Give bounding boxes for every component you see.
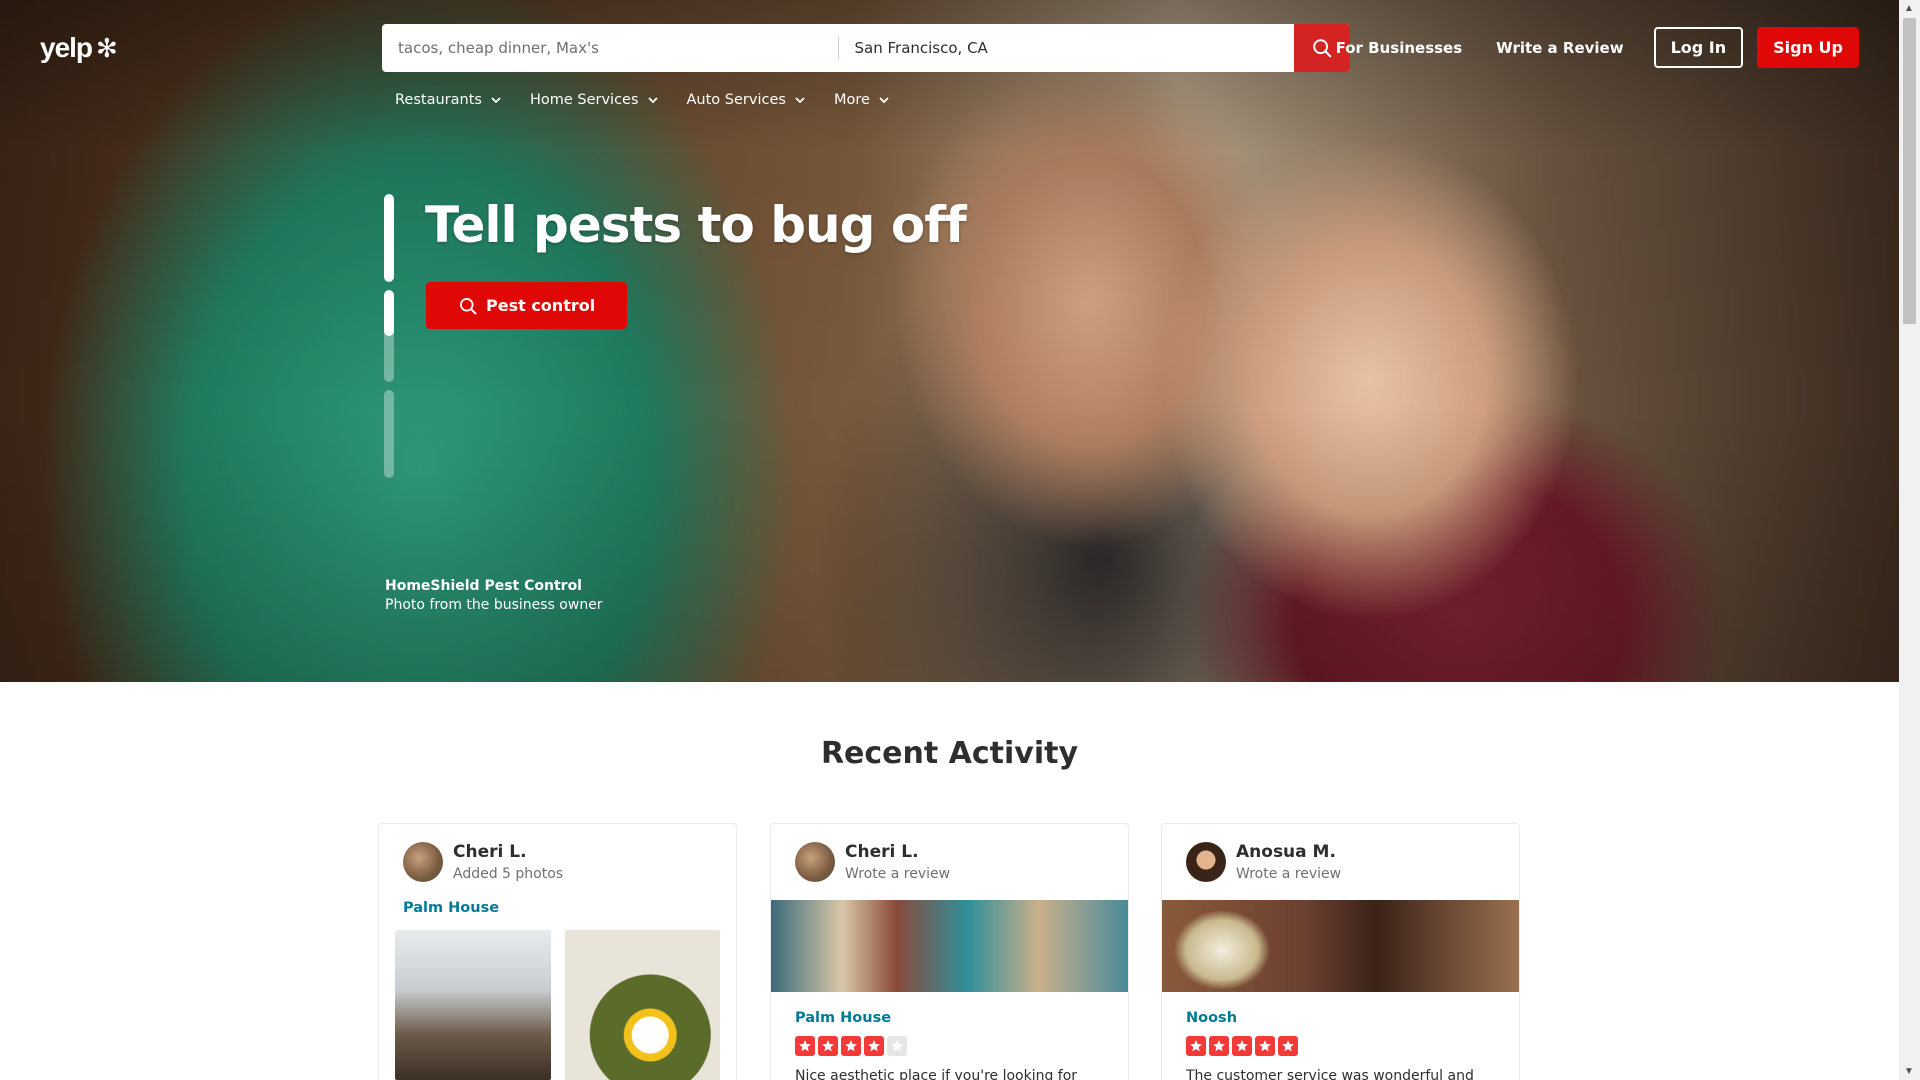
star-icon bbox=[1255, 1036, 1275, 1056]
user-action: Added 5 photos bbox=[453, 866, 564, 882]
avatar[interactable] bbox=[1186, 842, 1226, 882]
review-snippet: The customer service was wonderful and t… bbox=[1186, 1068, 1474, 1080]
section-title: Recent Activity bbox=[820, 736, 1079, 771]
nav-label: Auto Services bbox=[686, 92, 786, 108]
chevron-down-icon bbox=[879, 97, 889, 104]
chevron-down-icon bbox=[491, 97, 501, 104]
activity-card[interactable]: Cheri L. Added 5 photos Palm House bbox=[378, 823, 737, 1080]
business-link[interactable]: Palm House bbox=[795, 1010, 1104, 1026]
for-businesses-link[interactable]: For Businesses bbox=[1324, 31, 1475, 65]
star-icon bbox=[841, 1036, 861, 1056]
sign-up-button[interactable]: Sign Up bbox=[1757, 27, 1859, 68]
nav-restaurants[interactable]: Restaurants bbox=[383, 86, 514, 114]
star-icon bbox=[1209, 1036, 1229, 1056]
nav-label: More bbox=[833, 92, 870, 108]
user-name[interactable]: Cheri L. bbox=[453, 842, 563, 862]
slide-indicator[interactable] bbox=[384, 194, 394, 282]
star-icon bbox=[1232, 1036, 1252, 1056]
star-rating bbox=[1186, 1036, 1495, 1056]
find-field[interactable] bbox=[382, 24, 838, 72]
activity-photo[interactable] bbox=[395, 930, 551, 1080]
write-review-link[interactable]: Write a Review bbox=[1484, 31, 1635, 65]
hero-banner: yelp ✻ For Businesses Write a Review Log… bbox=[0, 0, 1899, 682]
cta-label: Pest control bbox=[486, 296, 596, 315]
pest-control-button[interactable]: Pest control bbox=[426, 282, 628, 329]
slide-indicator[interactable] bbox=[384, 290, 394, 382]
user-action: Wrote a review bbox=[1236, 866, 1342, 882]
chevron-down-icon bbox=[647, 97, 658, 104]
business-link[interactable]: Palm House bbox=[403, 900, 712, 916]
star-icon bbox=[887, 1036, 907, 1056]
star-icon bbox=[818, 1036, 838, 1056]
header-actions: For Businesses Write a Review Log In Sig… bbox=[1324, 27, 1859, 68]
star-icon bbox=[1278, 1036, 1298, 1056]
credit-business-link[interactable]: HomeShield Pest Control bbox=[385, 578, 603, 594]
star-icon bbox=[795, 1036, 815, 1056]
scrollbar-thumb[interactable] bbox=[1903, 18, 1916, 324]
slide-progress-fill bbox=[384, 290, 394, 336]
logo-text: yelp bbox=[40, 32, 93, 63]
nav-home-services[interactable]: Home Services bbox=[518, 86, 671, 114]
review-snippet: Nice aesthetic place if you're looking f… bbox=[795, 1068, 1078, 1080]
user-name[interactable]: Cheri L. bbox=[845, 842, 950, 862]
star-icon bbox=[864, 1036, 884, 1056]
nav-label: Restaurants bbox=[395, 92, 482, 108]
nav-more[interactable]: More bbox=[822, 86, 902, 114]
category-nav: Restaurants Home Services Auto Services … bbox=[383, 86, 902, 114]
scroll-up-icon[interactable]: ▲ bbox=[1904, 3, 1914, 14]
slide-progress bbox=[384, 194, 394, 486]
activity-card[interactable]: Cheri L. Wrote a review Palm House Nice … bbox=[770, 823, 1129, 1080]
avatar[interactable] bbox=[795, 842, 835, 882]
nav-auto-services[interactable]: Auto Services bbox=[675, 86, 818, 114]
slide-progress-fill bbox=[384, 194, 394, 282]
scroll-down-icon[interactable]: ▼ bbox=[1904, 1066, 1914, 1077]
user-action: Wrote a review bbox=[845, 866, 951, 882]
business-link[interactable]: Noosh bbox=[1186, 1010, 1495, 1026]
page-scrollbar[interactable]: ▲ ▼ bbox=[1899, 0, 1920, 1080]
user-name[interactable]: Anosua M. bbox=[1236, 842, 1341, 862]
yelp-logo[interactable]: yelp ✻ bbox=[40, 30, 118, 66]
near-field[interactable] bbox=[839, 24, 1295, 72]
near-input[interactable] bbox=[854, 39, 1278, 57]
star-icon bbox=[1186, 1036, 1206, 1056]
star-rating bbox=[795, 1036, 1104, 1056]
search-icon bbox=[460, 297, 477, 314]
slide-indicator[interactable] bbox=[384, 390, 394, 478]
chevron-down-icon bbox=[795, 97, 805, 104]
activity-photo[interactable] bbox=[771, 900, 1128, 992]
activity-photo[interactable] bbox=[1162, 900, 1519, 992]
hero-overlay bbox=[0, 0, 1899, 682]
nav-label: Home Services bbox=[529, 92, 639, 108]
log-in-button[interactable]: Log In bbox=[1653, 27, 1744, 68]
search-bar bbox=[382, 24, 1350, 72]
avatar[interactable] bbox=[403, 842, 443, 882]
yelp-burst-icon: ✻ bbox=[96, 33, 118, 63]
find-input[interactable] bbox=[398, 39, 822, 57]
activity-photo[interactable] bbox=[564, 930, 720, 1080]
credit-text: Photo from the business owner bbox=[385, 597, 603, 613]
photo-credit: HomeShield Pest Control Photo from the b… bbox=[385, 578, 603, 613]
hero-headline: Tell pests to bug off bbox=[425, 196, 967, 254]
activity-card[interactable]: Anosua M. Wrote a review Noosh The custo… bbox=[1161, 823, 1520, 1080]
